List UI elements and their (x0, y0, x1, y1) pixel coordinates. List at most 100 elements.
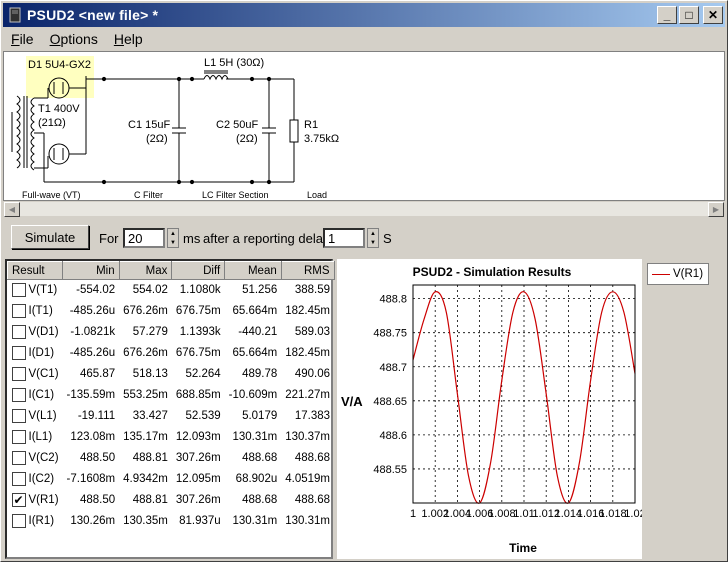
result-name: I(T1) (28, 305, 53, 318)
d1-label: D1 5U4-GX2 (28, 59, 91, 71)
result-checkbox[interactable] (11, 409, 26, 423)
result-row[interactable]: V(C2) 488.50 488.81 307.26m 488.68 488.68 (8, 448, 335, 469)
result-checkbox-checked[interactable]: ✔ (11, 493, 26, 507)
result-checkbox[interactable] (11, 430, 26, 444)
close-button[interactable]: ✕ (703, 6, 723, 24)
maximize-button[interactable]: □ (679, 6, 699, 24)
result-rms-cell: 388.59 (294, 284, 331, 297)
result-rms-cell: 130.31m (285, 515, 331, 527)
resistor-r1-symbol[interactable] (289, 79, 299, 182)
result-max-cell: 135.17m (123, 431, 168, 443)
result-rms-cell: 130.37m (285, 431, 331, 443)
result-checkbox[interactable] (11, 367, 26, 381)
chart-panel: PSUD2 - Simulation Results V/A Time 1 1.0… (337, 259, 646, 559)
col-header-min[interactable]: Min (62, 261, 120, 280)
result-diff-cell: 81.937u (179, 515, 221, 527)
result-name-cell: V(D1) (8, 322, 63, 343)
result-diff-cell: 676.75m (175, 305, 221, 317)
result-diff-cell: 12.095m (175, 473, 221, 485)
result-checkbox[interactable] (11, 472, 26, 486)
chart-y-tick-label: 488.6 (379, 430, 407, 442)
result-name-cell: I(T1) (8, 301, 63, 322)
scroll-left-button[interactable]: ◀ (4, 202, 20, 217)
result-checkbox[interactable] (11, 514, 26, 528)
result-name: I(C2) (28, 473, 55, 486)
result-row[interactable]: V(C1) 465.87 518.13 52.264 489.78 490.06 (8, 364, 335, 385)
result-row[interactable]: ✔ V(R1) 488.50 488.81 307.26m 488.68 488.68 (8, 490, 335, 511)
result-row[interactable]: V(T1) -554.02 554.02 1.1080k 51.256 388.59 (8, 280, 335, 301)
result-name-cell: I(C2) (8, 469, 63, 490)
spin-down-icon: ▼ (170, 239, 176, 246)
result-checkbox[interactable] (11, 325, 26, 339)
inductor-l1-symbol[interactable] (203, 70, 229, 81)
result-row[interactable]: I(L1) 123.08m 135.17m 12.093m 130.31m 130.37m (8, 427, 335, 448)
col-header-rms[interactable]: RMS (280, 261, 335, 280)
result-checkbox[interactable] (11, 388, 26, 402)
ms-label: ms (183, 231, 201, 246)
result-min-cell: -485.26u (69, 305, 116, 317)
simulate-button[interactable]: Simulate (11, 225, 89, 249)
result-diff-cell: 676.75m (175, 347, 221, 359)
result-min-cell: 465.87 (79, 368, 116, 380)
result-row[interactable]: I(R1) 130.26m 130.35m 81.937u 130.31m 130.31m (8, 511, 335, 532)
result-checkbox[interactable] (11, 451, 26, 465)
chart-x-tick-label: 1.02 (624, 508, 642, 520)
chart-y-tick-label: 488.75 (373, 328, 407, 340)
result-row[interactable]: I(T1) -485.26u 676.26m 676.75m 65.664m 182.45… (8, 301, 335, 322)
result-checkbox[interactable] (11, 346, 26, 360)
duration-spinner[interactable]: ▲ ▼ (167, 228, 179, 248)
chart-y-axis-label: V/A (341, 394, 363, 409)
result-row[interactable]: V(L1) -19.111 33.427 52.539 5.0179 17.383 (8, 406, 335, 427)
schematic-panel[interactable]: D1 5U4-GX2 L1 5H (30Ω) T1 400V (21Ω) C1 … (3, 51, 725, 201)
legend-swatch (652, 273, 670, 275)
section-rectifier-label: Full-wave (VT) (22, 190, 81, 200)
result-name: V(L1) (28, 410, 57, 423)
maximize-icon: □ (685, 8, 693, 22)
window-title: PSUD2 <new file> * (27, 7, 159, 23)
result-diff-cell: 52.539 (185, 410, 221, 422)
result-row[interactable]: I(D1) -485.26u 676.26m 676.75m 65.664m 182.45… (8, 343, 335, 364)
r1-label: R1 (304, 119, 318, 131)
result-min-cell: -7.1608m (66, 473, 116, 485)
col-header-result[interactable]: Result (6, 261, 64, 280)
result-mean-cell: 65.664m (232, 305, 278, 317)
scroll-right-button[interactable]: ▶ (708, 202, 724, 217)
results-header-row: Result Min Max Diff Mean RMS (6, 261, 335, 280)
section-lc-label: LC Filter Section (202, 190, 269, 200)
minimize-button[interactable]: _ (657, 6, 677, 24)
section-cfilter-label: C Filter (134, 190, 163, 200)
result-name: V(C2) (28, 452, 59, 465)
result-name-cell: V(L1) (8, 406, 63, 427)
menu-help[interactable]: Help (106, 31, 151, 47)
col-header-mean[interactable]: Mean (224, 261, 282, 280)
delay-input[interactable] (323, 228, 365, 248)
title-bar: PSUD2 <new file> * _ □ ✕ (3, 3, 725, 27)
c2-label: C2 50uF (216, 119, 258, 131)
result-mean-cell: 65.664m (232, 347, 278, 359)
result-row[interactable]: I(C1) -135.59m 553.25m 688.85m -10.609m 221.2… (8, 385, 335, 406)
app-icon (9, 7, 21, 23)
result-row[interactable]: V(D1) -1.0821k 57.279 1.1393k -440.21 589.03 (8, 322, 335, 343)
result-mean-cell: 488.68 (242, 452, 278, 464)
result-max-cell: 676.26m (123, 347, 168, 359)
capacitor-c1-symbol[interactable] (172, 79, 186, 182)
schematic-hscrollbar[interactable]: ◀ ▶ (3, 201, 725, 217)
duration-input[interactable] (123, 228, 165, 248)
result-diff-cell: 1.1393k (179, 326, 221, 338)
result-checkbox[interactable] (11, 304, 26, 318)
result-row[interactable]: I(C2) -7.1608m 4.9342m 12.095m 68.902u 4.0519… (8, 469, 335, 490)
menu-options[interactable]: Options (42, 31, 106, 47)
result-mean-cell: -10.609m (228, 389, 278, 401)
minimize-icon: _ (663, 8, 671, 22)
menu-file[interactable]: File (3, 31, 42, 47)
t1-res-label: (21Ω) (38, 117, 66, 129)
result-name-cell: I(D1) (8, 343, 63, 364)
capacitor-c2-symbol[interactable] (262, 79, 276, 182)
col-header-max[interactable]: Max (118, 261, 173, 280)
result-min-cell: -554.02 (76, 284, 116, 297)
col-header-diff[interactable]: Diff (171, 261, 226, 280)
result-mean-cell: 51.256 (242, 284, 278, 297)
result-checkbox[interactable] (11, 283, 26, 298)
result-min-cell: 488.50 (79, 494, 116, 506)
delay-spinner[interactable]: ▲ ▼ (367, 228, 379, 248)
